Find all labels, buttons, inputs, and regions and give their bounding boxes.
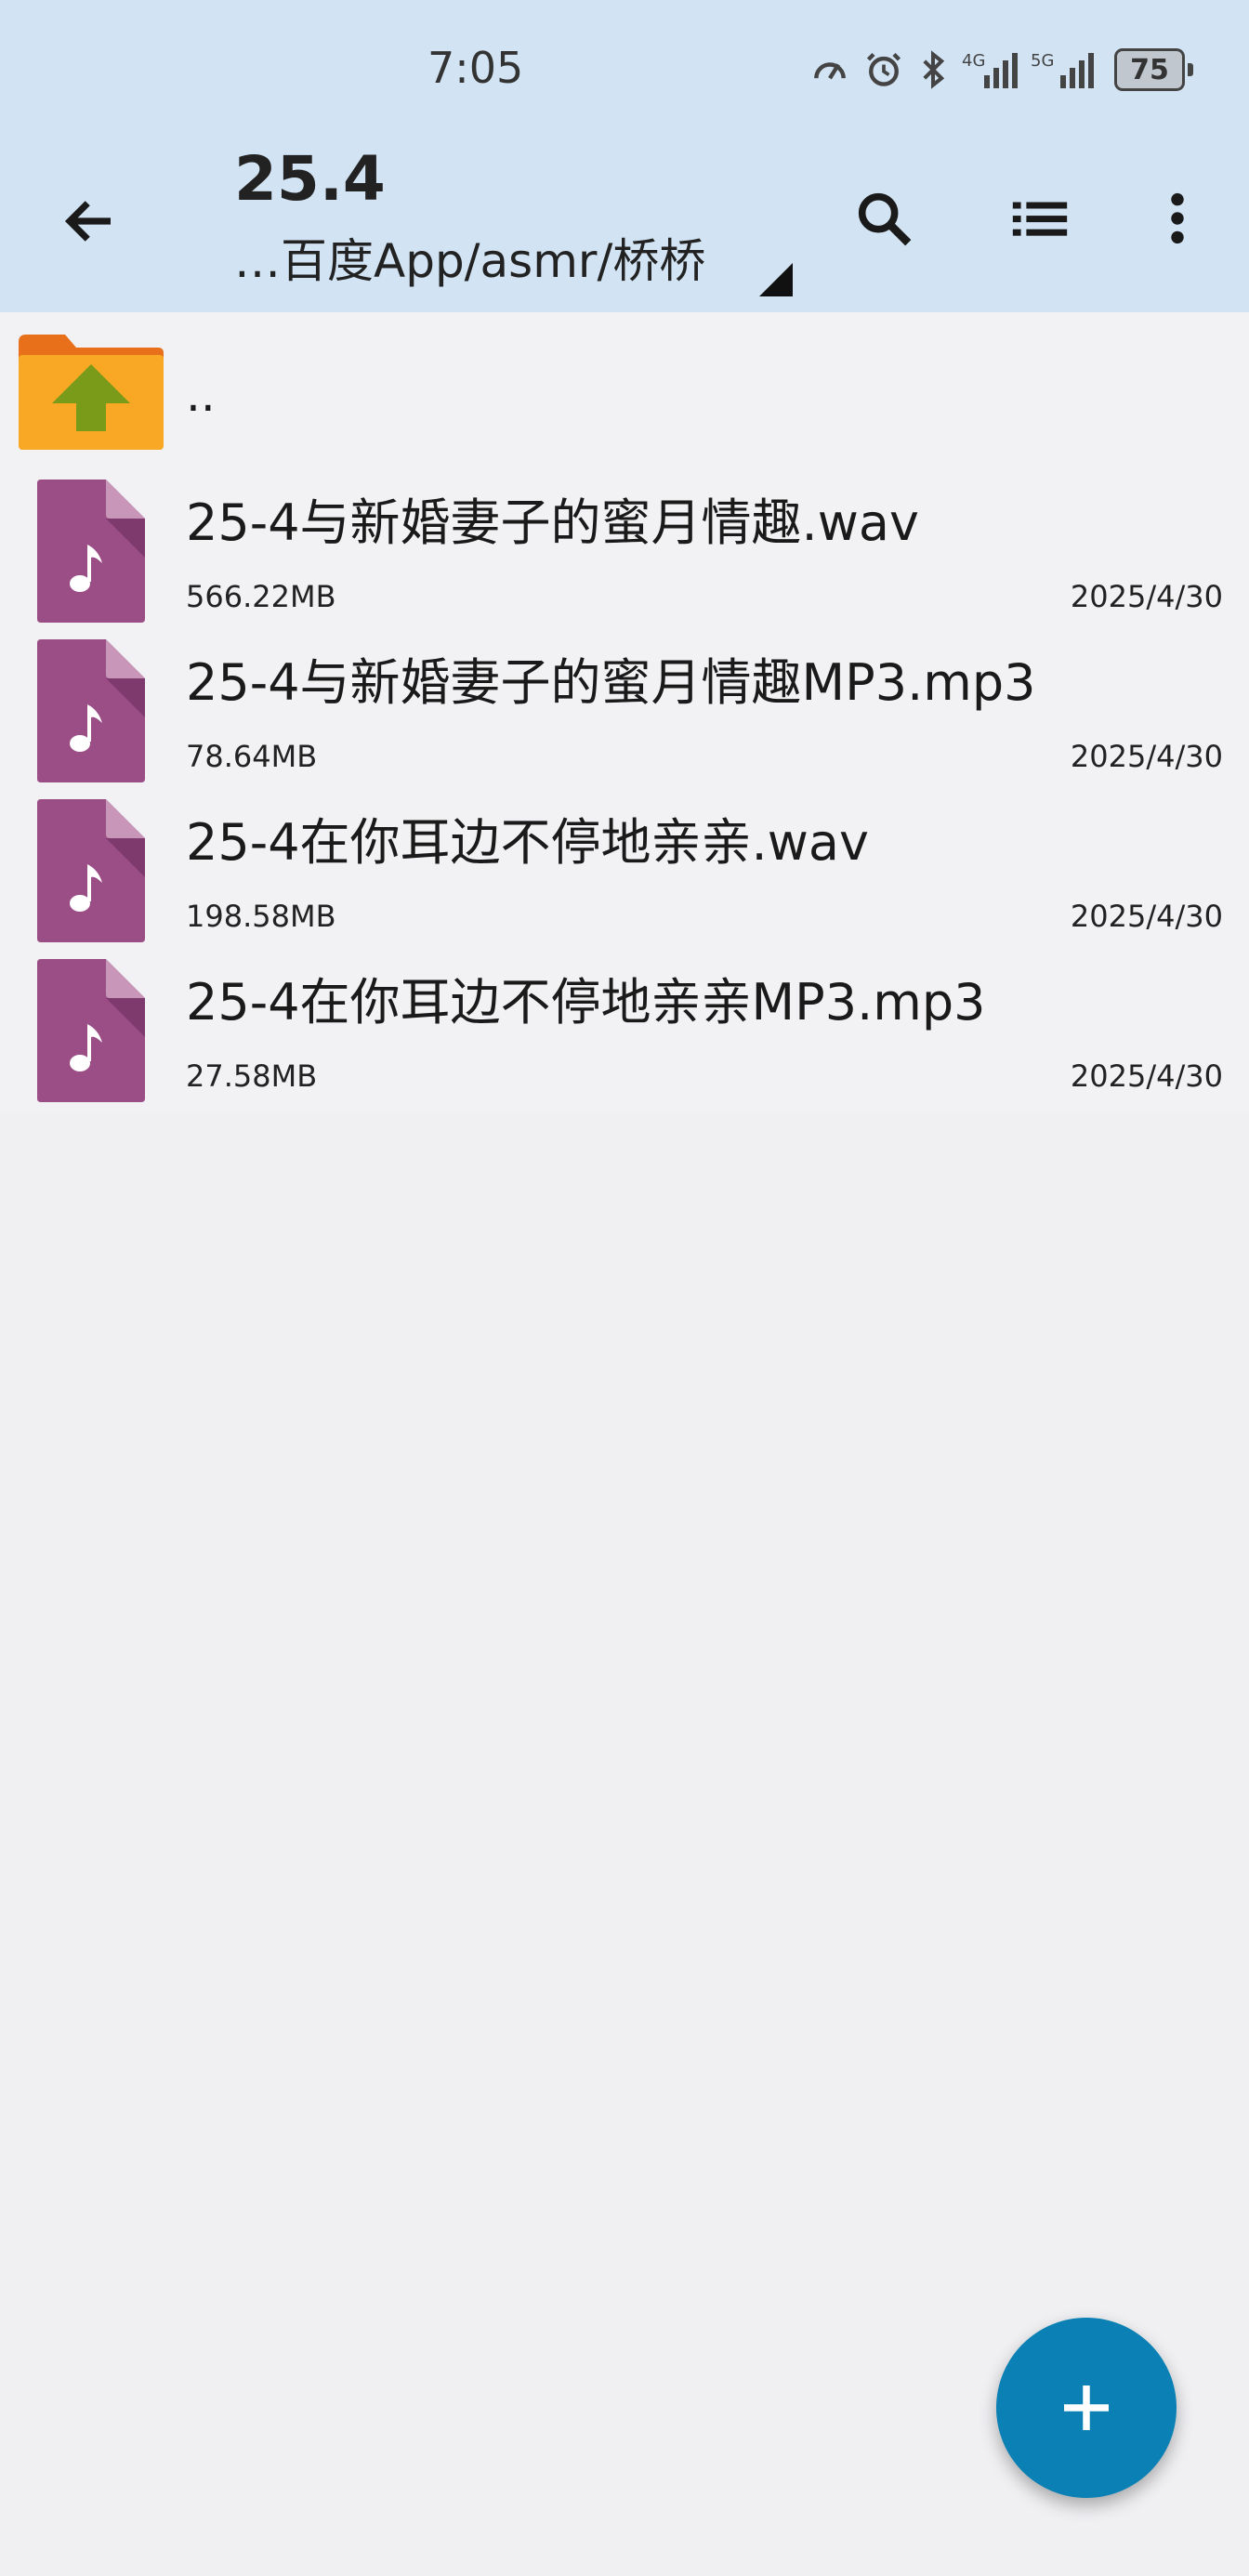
page-title: 25.4 [234, 143, 386, 215]
dropdown-triangle-icon[interactable] [759, 263, 793, 296]
search-icon [858, 192, 912, 246]
file-date: 2025/4/30 [1070, 1058, 1223, 1094]
file-name: 25-4与新婚妻子的蜜月情趣.wav [186, 493, 919, 552]
file-size: 198.58MB [186, 899, 336, 934]
file-date: 2025/4/30 [1070, 899, 1223, 934]
folder-up-icon [19, 335, 164, 450]
svg-text:5G: 5G [1031, 51, 1054, 71]
file-size: 78.64MB [186, 739, 318, 774]
file-name: 25-4在你耳边不停地亲亲MP3.mp3 [186, 973, 986, 1032]
list-view-button[interactable] [998, 177, 1082, 260]
more-vert-icon [1171, 192, 1184, 244]
signal-5g-icon: 5G [1031, 51, 1094, 88]
add-fab-button[interactable] [996, 2318, 1177, 2498]
file-name: 25-4在你耳边不停地亲亲.wav [186, 813, 869, 872]
svg-text:4G: 4G [962, 51, 985, 71]
file-date: 2025/4/30 [1070, 579, 1223, 614]
back-arrow-icon [64, 201, 111, 242]
parent-folder-row[interactable]: .. [0, 331, 1249, 480]
alarm-icon [866, 52, 901, 86]
file-row[interactable]: 25-4与新婚妻子的蜜月情趣MP3.mp3 78.64MB 2025/4/30 [0, 639, 1249, 799]
file-name: 25-4与新婚妻子的蜜月情趣MP3.mp3 [186, 653, 1036, 712]
file-row[interactable]: 25-4在你耳边不停地亲亲MP3.mp3 27.58MB 2025/4/30 [0, 959, 1249, 1111]
plus-icon [1064, 2385, 1109, 2430]
list-view-icon [1012, 202, 1068, 236]
file-size: 566.22MB [186, 579, 336, 614]
path-breadcrumb[interactable]: …百度App/asmr/桥桥 [234, 238, 705, 284]
status-icons: 4G 5G 75 [809, 48, 1193, 91]
app-header: 7:05 4G 5G 75 25.4 …百度App/asmr/桥桥 [0, 0, 1249, 312]
more-options-button[interactable] [1136, 177, 1219, 260]
file-row[interactable]: 25-4在你耳边不停地亲亲.wav 198.58MB 2025/4/30 [0, 799, 1249, 959]
back-button[interactable] [48, 179, 132, 263]
file-row[interactable]: 25-4与新婚妻子的蜜月情趣.wav 566.22MB 2025/4/30 [0, 480, 1249, 639]
battery-icon: 75 [1114, 48, 1193, 91]
speedometer-icon [814, 62, 846, 80]
audio-file-icon [37, 959, 145, 1102]
status-time: 7:05 [427, 43, 524, 93]
audio-file-icon [37, 639, 145, 782]
file-date: 2025/4/30 [1070, 739, 1223, 774]
search-button[interactable] [842, 177, 926, 260]
signal-4g-icon: 4G [962, 51, 1018, 88]
file-size: 27.58MB [186, 1058, 318, 1094]
parent-folder-label: .. [186, 368, 216, 422]
audio-file-icon [37, 480, 145, 623]
audio-file-icon [37, 799, 145, 942]
bluetooth-icon [923, 50, 945, 89]
file-list: .. 25-4与新婚妻子的蜜月情趣.wav 566.22MB 2025/4/30… [0, 312, 1249, 1111]
